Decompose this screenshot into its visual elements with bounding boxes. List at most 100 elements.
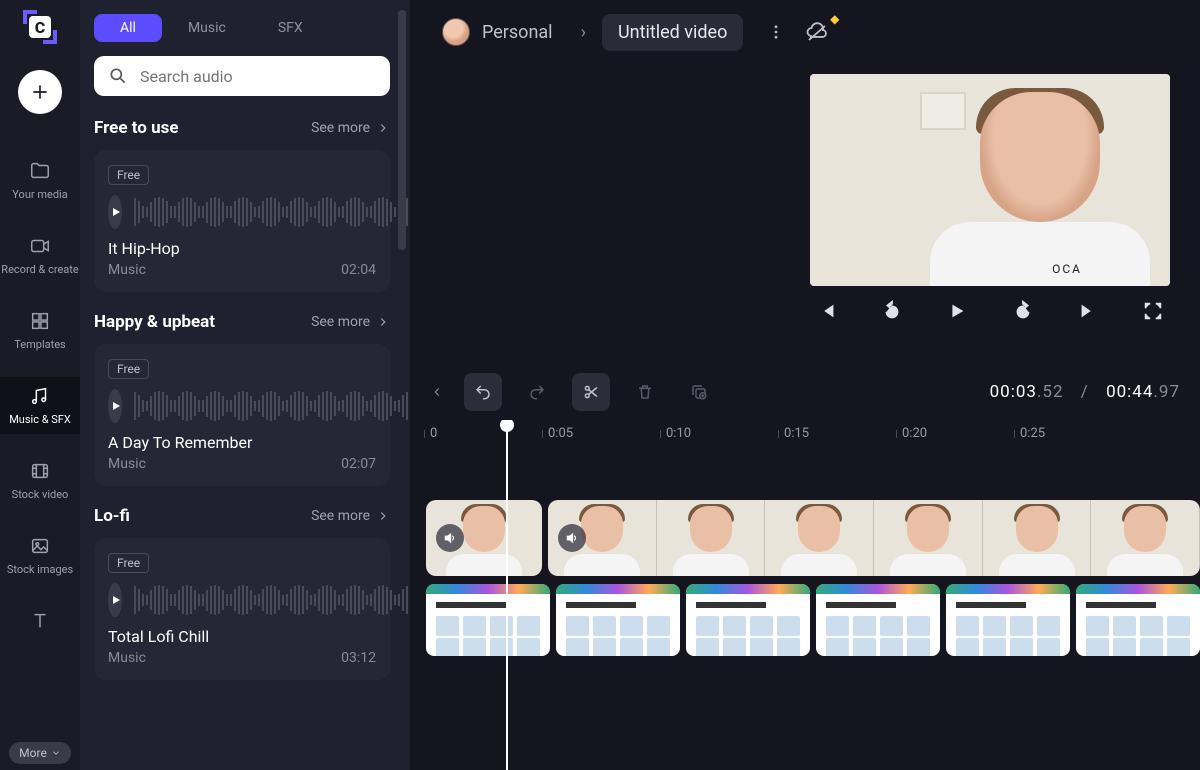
track-duration: 02:04 (341, 262, 376, 278)
delete-button[interactable] (626, 373, 664, 411)
back-5-button[interactable] (881, 300, 903, 322)
tab-sfx[interactable]: SFX (252, 14, 329, 42)
search-input[interactable] (140, 67, 376, 86)
project-title[interactable]: Untitled video (602, 14, 743, 51)
panel-scrollbar[interactable] (398, 10, 406, 250)
skip-start-button[interactable] (816, 300, 838, 322)
timeline-tracks (410, 450, 1200, 656)
section-title: Happy & upbeat (94, 312, 215, 332)
add-button[interactable] (18, 70, 62, 114)
rail-item-stock-video[interactable]: Stock video (0, 452, 80, 509)
rail-item-record-create[interactable]: Record & create (0, 227, 80, 284)
canvas-row: OCA (410, 64, 1200, 364)
skip-end-button[interactable] (1077, 300, 1099, 322)
see-more-label: See more (311, 314, 370, 330)
screen-clip[interactable] (946, 584, 1070, 656)
rail-label: Templates (14, 338, 65, 351)
play-button[interactable] (108, 389, 122, 423)
video-clip[interactable] (426, 500, 542, 576)
rail-item-text[interactable] (0, 602, 80, 632)
playhead[interactable] (506, 420, 508, 770)
track-duration: 02:07 (341, 456, 376, 472)
tab-all[interactable]: All (94, 14, 162, 42)
chevron-right-icon (376, 509, 390, 523)
timeline-ruler[interactable]: 00:050:100:150:200:25 (410, 420, 1200, 450)
see-more-button[interactable]: See more (311, 508, 390, 524)
section-title: Free to use (94, 118, 179, 138)
waveform (134, 195, 410, 229)
screen-clip[interactable] (556, 584, 680, 656)
undo-button[interactable] (464, 373, 502, 411)
audio-card[interactable]: Free It Hip-Hop Music 02:04 (94, 150, 390, 292)
track-title: It Hip-Hop (108, 239, 376, 258)
rail-item-templates[interactable]: Templates (0, 302, 80, 359)
play-button[interactable] (108, 583, 122, 617)
more-label: More (19, 746, 47, 760)
screen-clip[interactable] (816, 584, 940, 656)
section-title: Lo-fi (94, 506, 130, 526)
split-button[interactable] (572, 373, 610, 411)
search-icon (108, 66, 128, 86)
duplicate-button[interactable] (680, 373, 718, 411)
see-more-button[interactable]: See more (311, 314, 390, 330)
app-logo: C (23, 10, 57, 44)
rail-item-music-sfx[interactable]: Music & SFX (0, 377, 80, 434)
play-button[interactable] (946, 300, 968, 322)
timecode: 00:03.52 / 00:44.97 (990, 382, 1180, 402)
audio-tabs: All Music SFX (94, 14, 390, 42)
more-button[interactable]: More (9, 742, 71, 764)
volume-icon[interactable] (558, 524, 586, 552)
see-more-label: See more (311, 508, 370, 524)
rail-label: Your media (12, 188, 67, 201)
timeline[interactable]: 00:050:100:150:200:25 (410, 420, 1200, 770)
free-badge: Free (108, 359, 149, 379)
track-duration: 03:12 (341, 650, 376, 666)
screen-clip[interactable] (426, 584, 550, 656)
fullscreen-button[interactable] (1142, 300, 1164, 322)
play-button[interactable] (108, 195, 122, 229)
chevron-right-icon (376, 121, 390, 135)
player-controls (810, 300, 1170, 322)
screen-clip[interactable] (1076, 584, 1200, 656)
track-category: Music (108, 456, 146, 472)
tab-music[interactable]: Music (162, 14, 252, 42)
search-box[interactable] (94, 56, 390, 96)
forward-5-button[interactable] (1012, 300, 1034, 322)
chevron-right-icon (376, 315, 390, 329)
top-bar: Personal › Untitled video ◆ (410, 0, 1200, 64)
chevron-right-icon: › (581, 22, 586, 43)
volume-icon[interactable] (436, 524, 464, 552)
preview-frame[interactable]: OCA (810, 74, 1170, 286)
collapse-panel-button[interactable] (430, 385, 444, 399)
timeline-toolbar: 00:03.52 / 00:44.97 (410, 364, 1200, 420)
editor-area: Personal › Untitled video ◆ OCA (410, 0, 1200, 770)
avatar (442, 18, 470, 46)
more-menu-button[interactable] (767, 23, 785, 41)
audio-card[interactable]: Free A Day To Remember Music 02:07 (94, 344, 390, 486)
preview-column: OCA (810, 74, 1170, 364)
track-category: Music (108, 262, 146, 278)
audio-card[interactable]: Free Total Lofi Chill Music 03:12 (94, 538, 390, 680)
preview-shirt-text: OCA (1052, 262, 1082, 276)
rail-label: Stock video (12, 488, 69, 501)
rail-label: Record & create (1, 263, 78, 276)
screen-clip[interactable] (686, 584, 810, 656)
video-track-2 (426, 584, 1200, 656)
see-more-label: See more (311, 120, 370, 136)
waveform (134, 583, 410, 617)
rail-item-stock-images[interactable]: Stock images (0, 527, 80, 584)
workspace-crumb[interactable]: Personal (430, 12, 565, 52)
redo-button[interactable] (518, 373, 556, 411)
waveform (134, 389, 410, 423)
rail-item-your-media[interactable]: Your media (0, 152, 80, 209)
cloud-sync-button[interactable]: ◆ (805, 20, 829, 44)
video-clip[interactable] (548, 500, 1200, 576)
track-category: Music (108, 650, 146, 666)
see-more-button[interactable]: See more (311, 120, 390, 136)
free-badge: Free (108, 165, 149, 185)
rail-label: Music & SFX (9, 413, 71, 426)
premium-diamond-icon: ◆ (830, 12, 839, 26)
left-rail: C Your media Record & create Templates M… (0, 0, 80, 770)
track-title: A Day To Remember (108, 433, 376, 452)
rail-label: Stock images (7, 563, 73, 576)
